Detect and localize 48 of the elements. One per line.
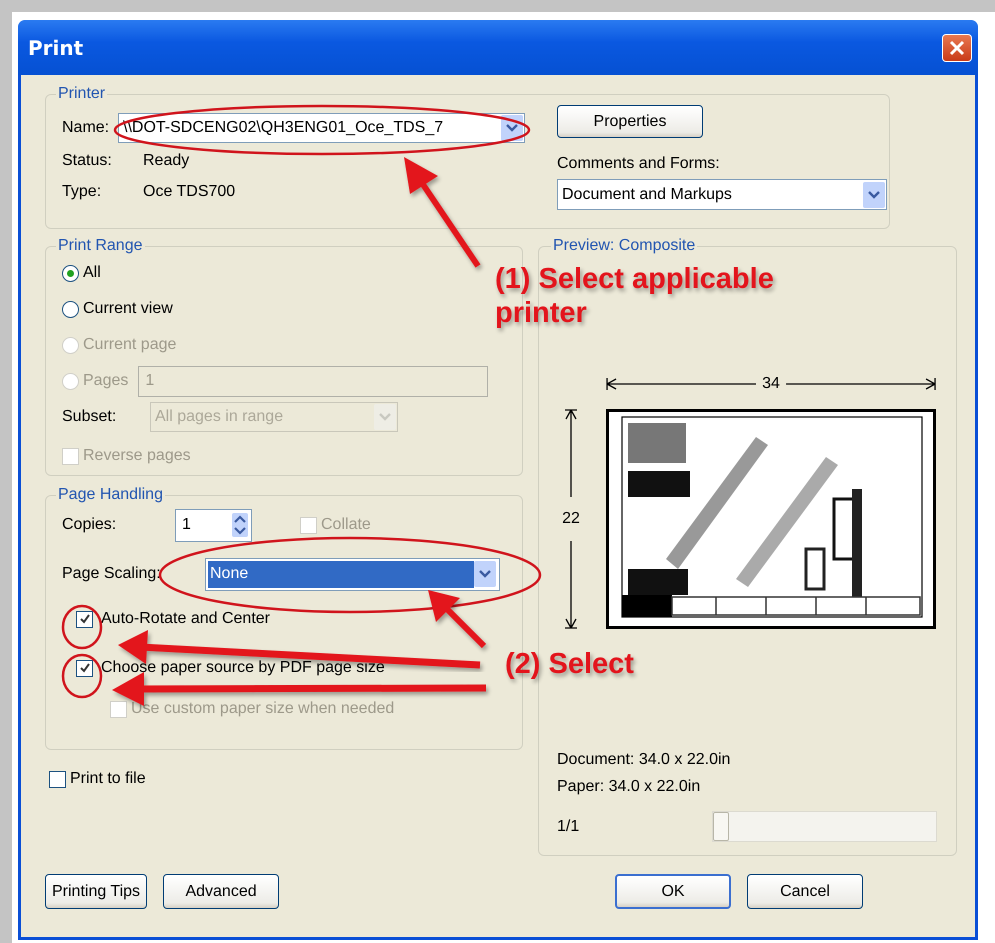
annotation-text: (1) Select applicable printer — [495, 262, 775, 330]
group-title: Printer — [57, 85, 106, 103]
copies-spinner[interactable]: 1 — [175, 508, 252, 542]
properties-button[interactable]: Properties — [557, 105, 703, 138]
group-title: Page Handling — [57, 486, 164, 504]
radio-option[interactable]: Current view — [62, 300, 173, 318]
checkbox-option[interactable]: Print to file — [49, 770, 146, 788]
highlight-ellipse — [62, 604, 102, 650]
dialog-button[interactable]: OK — [615, 874, 731, 909]
field-label: Comments and Forms: — [557, 155, 721, 173]
page-scaling-dropdown[interactable]: None — [205, 558, 500, 590]
chevron-down-icon — [379, 413, 391, 421]
highlight-ellipse — [62, 654, 102, 698]
window-title: Print — [28, 36, 84, 60]
slider-thumb[interactable] — [713, 812, 729, 841]
document-size-text: Document: 34.0 x 22.0in — [557, 751, 732, 770]
chevron-down-icon — [479, 570, 491, 578]
comments-dropdown[interactable]: Document and Markups — [557, 179, 887, 210]
dimension-label: 34 — [761, 375, 781, 393]
type-value: Oce TDS700 — [143, 182, 236, 200]
printer-dropdown[interactable]: \\DOT-SDCENG02\QH3ENG01_Oce_TDS_7 — [118, 113, 525, 143]
dialog-button[interactable]: Cancel — [747, 874, 863, 909]
chevron-down-icon — [868, 190, 880, 198]
status-value: Ready — [143, 152, 190, 170]
annotation-text: (2) Select — [505, 647, 634, 681]
field-label: Status: — [62, 152, 113, 170]
close-icon — [949, 40, 965, 56]
checkmark-icon — [78, 613, 90, 625]
checkbox-option[interactable]: Choose paper source by PDF page size — [76, 659, 385, 677]
dialog-button[interactable]: Advanced — [163, 874, 280, 909]
close-button[interactable] — [942, 34, 972, 62]
page-counter: 1/1 — [557, 818, 580, 836]
group-title: Print Range — [57, 237, 144, 255]
radio-option[interactable]: All — [62, 264, 101, 282]
dimension-label: 22 — [562, 509, 580, 529]
radio-dot-icon — [67, 270, 74, 276]
field-label: Copies: — [62, 516, 118, 534]
chevron-down-icon — [506, 124, 518, 132]
paper-size-text: Paper: 34.0 x 22.0in — [557, 778, 702, 797]
group-title: Preview: Composite — [552, 237, 696, 255]
field-label: Subset: — [62, 408, 118, 426]
field-label: Type: — [62, 182, 102, 200]
checkbox-option[interactable]: Auto-Rotate and Center — [76, 610, 270, 628]
spinner-arrows-icon — [232, 513, 248, 537]
field-label: Page Scaling: — [62, 565, 162, 583]
dialog-button[interactable]: Printing Tips — [45, 874, 148, 909]
checkmark-icon — [78, 662, 90, 674]
field-label: Name: — [62, 119, 110, 137]
